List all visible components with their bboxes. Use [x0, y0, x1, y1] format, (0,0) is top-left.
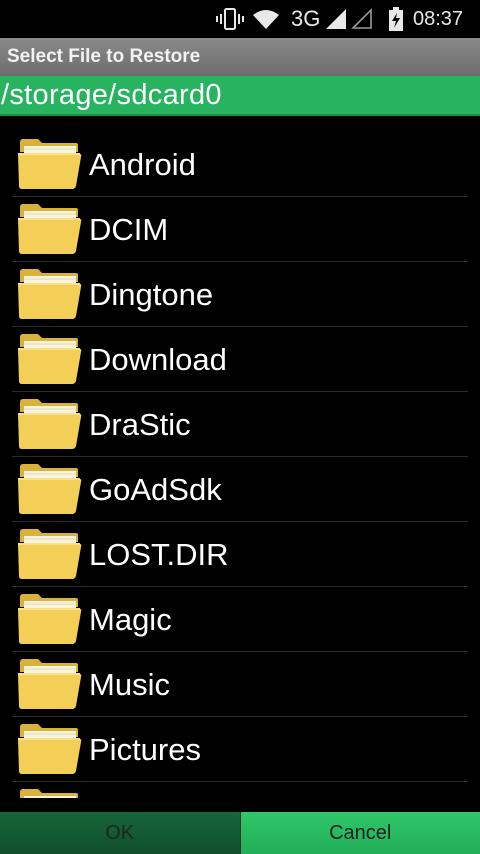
folder-icon: [18, 658, 82, 710]
file-list-item[interactable]: DraStic: [12, 392, 468, 457]
folder-icon: [18, 268, 82, 320]
signal-empty-icon: [351, 0, 373, 38]
file-list-item[interactable]: Magic: [12, 587, 468, 652]
file-list-item[interactable]: DCIM: [12, 197, 468, 262]
file-name: Magic: [89, 602, 172, 637]
folder-icon: [18, 203, 82, 255]
dialog-title-bar: Select File to Restore: [0, 38, 480, 76]
file-list-item[interactable]: GoAdSdk: [12, 457, 468, 522]
network-type: 3G: [291, 6, 321, 31]
file-name: DCIM: [89, 212, 169, 247]
folder-icon: [18, 333, 82, 385]
file-list-item[interactable]: Pictures: [12, 717, 468, 782]
file-name: LOST.DIR: [89, 537, 229, 572]
folder-icon: [18, 723, 82, 775]
file-list-item[interactable]: [12, 782, 468, 798]
wifi-icon: [252, 0, 280, 38]
file-list-item[interactable]: Dingtone: [12, 262, 468, 327]
current-path-bar: /storage/sdcard0: [0, 76, 480, 116]
signal-icon: [325, 0, 347, 38]
file-name: Android: [89, 147, 196, 182]
file-name: DraStic: [89, 407, 191, 442]
file-list-item[interactable]: Music: [12, 652, 468, 717]
file-name: GoAdSdk: [89, 472, 222, 507]
file-list[interactable]: Android DCIM Dingtone Download DraStic G…: [12, 132, 468, 798]
dialog-buttons: OK Cancel: [0, 812, 480, 854]
clock: 08:37: [413, 7, 464, 30]
folder-icon: [18, 788, 82, 798]
folder-icon: [18, 463, 82, 515]
cancel-button[interactable]: Cancel: [240, 812, 480, 854]
status-bar: 3G 08:37: [0, 0, 480, 38]
folder-icon: [18, 528, 82, 580]
file-list-item[interactable]: Download: [12, 327, 468, 392]
file-name: Music: [89, 667, 170, 702]
vibrate-icon: [216, 0, 244, 38]
dialog-title: Select File to Restore: [7, 46, 201, 67]
ok-button[interactable]: OK: [0, 812, 241, 854]
folder-icon: [18, 593, 82, 645]
file-name: Pictures: [89, 732, 201, 767]
file-list-item[interactable]: LOST.DIR: [12, 522, 468, 587]
file-list-item[interactable]: Android: [12, 132, 468, 197]
folder-icon: [18, 138, 82, 190]
file-name: Dingtone: [89, 277, 214, 312]
file-name: Download: [89, 342, 227, 377]
current-path: /storage/sdcard0: [1, 78, 222, 111]
battery-charging-icon: [388, 0, 404, 38]
folder-icon: [18, 398, 82, 450]
